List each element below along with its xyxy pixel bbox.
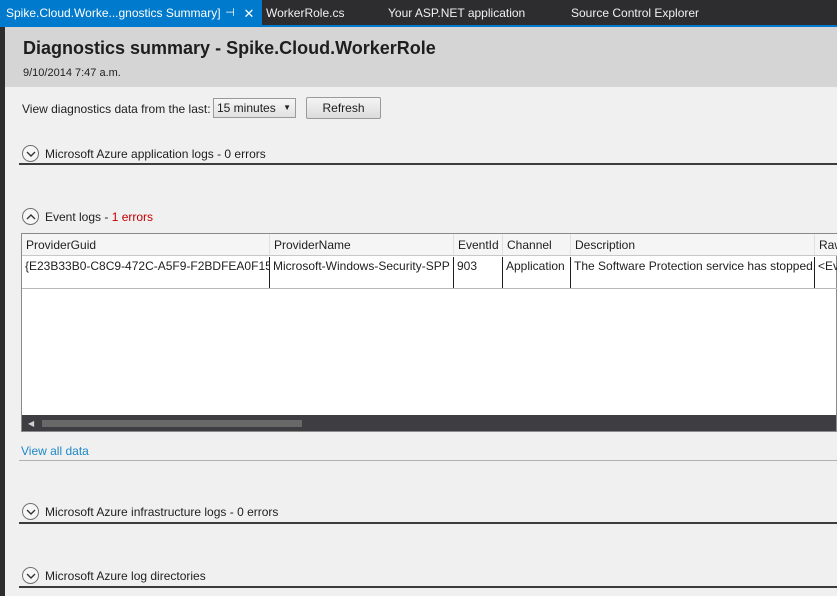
section-divider [19, 460, 837, 461]
close-icon[interactable]: ✕ [242, 0, 256, 27]
cell-providerguid: {E23B33B0-C8C9-472C-A5F9-F2BDFEA0F156} [22, 257, 270, 288]
cell-description: The Software Protection service has stop… [571, 257, 815, 288]
cell-eventid: 903 [454, 257, 503, 288]
column-header-eventid[interactable]: EventId [454, 234, 503, 255]
pin-icon[interactable]: ⊣ [223, 0, 237, 27]
section-label: Event logs - 1 errors [45, 210, 153, 224]
tab-workerrole-cs[interactable]: WorkerRole.cs [266, 0, 344, 25]
section-label: Microsoft Azure application logs - 0 err… [45, 147, 266, 161]
diagnostics-document: Diagnostics summary - Spike.Cloud.Worker… [5, 27, 837, 596]
table-row[interactable]: {E23B33B0-C8C9-472C-A5F9-F2BDFEA0F156} M… [22, 257, 837, 289]
column-header-providername[interactable]: ProviderName [270, 234, 454, 255]
column-header-channel[interactable]: Channel [503, 234, 571, 255]
column-header-description[interactable]: Description [571, 234, 815, 255]
section-divider [19, 163, 837, 165]
horizontal-scrollbar[interactable]: ◀ [22, 415, 836, 431]
expand-chevron-icon[interactable] [22, 567, 39, 584]
column-header-raw[interactable]: Raw [815, 234, 837, 255]
expand-chevron-icon[interactable] [22, 145, 39, 162]
grid-header-row: ProviderGuid ProviderName EventId Channe… [22, 234, 837, 256]
cell-raw: <Ev [818, 259, 837, 273]
chevron-down-icon: ▼ [283, 103, 291, 112]
section-label: Microsoft Azure infrastructure logs - 0 … [45, 505, 279, 519]
error-count: 1 errors [111, 210, 154, 224]
column-header-providerguid[interactable]: ProviderGuid [22, 234, 270, 255]
refresh-button[interactable]: Refresh [306, 97, 381, 119]
page-header: Diagnostics summary - Spike.Cloud.Worker… [5, 27, 837, 87]
section-divider [19, 522, 837, 524]
tab-label: Source Control Explorer [571, 6, 700, 20]
tab-aspnet-application[interactable]: Your ASP.NET application [388, 0, 525, 25]
scrollbar-thumb[interactable] [42, 420, 302, 427]
expand-chevron-icon[interactable] [22, 503, 39, 520]
cell-providername: Microsoft-Windows-Security-SPP [270, 257, 454, 288]
tab-label: Your ASP.NET application [388, 6, 526, 20]
tab-source-control-explorer[interactable]: Source Control Explorer [571, 0, 699, 25]
tab-label: WorkerRole.cs [266, 6, 345, 20]
event-logs-label: Event logs - [45, 210, 112, 224]
event-log-grid[interactable]: ProviderGuid ProviderName EventId Channe… [21, 233, 837, 432]
scroll-left-arrow-icon[interactable]: ◀ [28, 419, 34, 428]
tab-diagnostics-summary[interactable]: Spike.Cloud.Worke...gnostics Summary] ⊣ … [0, 0, 262, 25]
cell-channel: Application [503, 257, 571, 288]
tab-label: Spike.Cloud.Worke...gnostics Summary] [6, 6, 221, 20]
page-timestamp: 9/10/2014 7:47 a.m. [23, 67, 121, 79]
time-range-value: 15 minutes [217, 101, 276, 115]
page-title: Diagnostics summary - Spike.Cloud.Worker… [23, 38, 436, 58]
document-tab-strip: Spike.Cloud.Worke...gnostics Summary] ⊣ … [0, 0, 837, 25]
collapse-chevron-icon[interactable] [22, 208, 39, 225]
section-label: Microsoft Azure log directories [45, 569, 206, 583]
view-all-data-link[interactable]: View all data [21, 444, 89, 458]
time-range-select[interactable]: 15 minutes ▼ [213, 98, 296, 118]
time-range-label: View diagnostics data from the last: [22, 102, 211, 116]
section-divider [19, 586, 837, 588]
